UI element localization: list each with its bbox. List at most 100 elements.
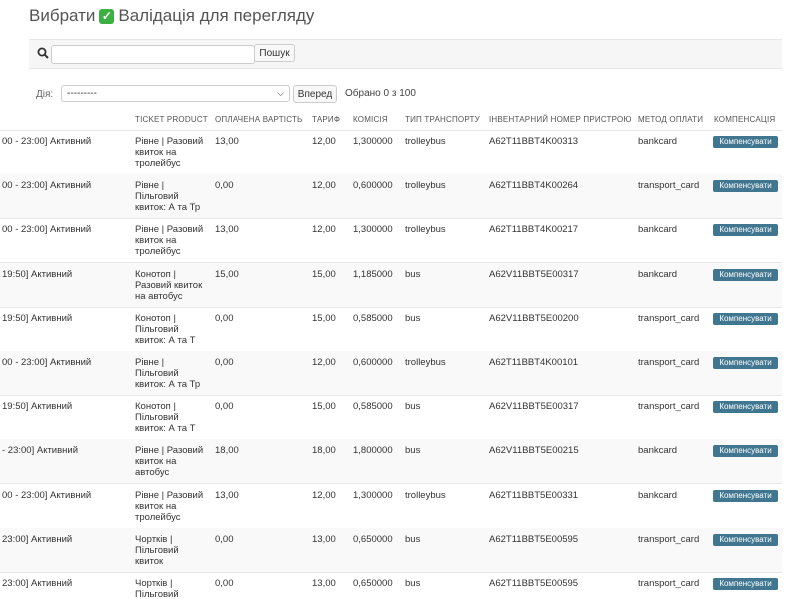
cell-transport: bus [405, 578, 421, 589]
cell-transport: trolleybus [405, 224, 446, 236]
compensate-button[interactable]: Компенсувати [713, 357, 778, 369]
compensate-button[interactable]: Компенсувати [713, 312, 778, 325]
cell-device: A62T11BBT4K00101 [489, 357, 579, 368]
cell-transport: bus [405, 533, 421, 545]
column-header-product[interactable]: Ticket product [135, 115, 208, 124]
search-input[interactable] [51, 45, 255, 64]
table-row: 00 - 23:00] Активний Рівне | Пільговий кв… [0, 174, 782, 220]
cell-tariff: 12,00 [312, 180, 336, 192]
cell-status[interactable]: 00 - 23:00] Активний [2, 136, 130, 147]
action-select[interactable]: --------- ⌵ [61, 85, 290, 102]
cell-device: A62V11BBT5E00317 [489, 268, 579, 280]
go-button[interactable]: Вперед [293, 85, 337, 103]
compensate-button[interactable]: Компенсувати [713, 136, 778, 148]
cell-method: transport_card [638, 533, 700, 545]
cell-transport: bus [405, 401, 421, 413]
cell-status[interactable]: 23:00] Активний [2, 578, 130, 589]
cell-status[interactable]: 00 - 23:00] Активний [2, 224, 130, 235]
compensate-button[interactable]: Компенсувати [713, 445, 778, 458]
cell-method: bankcard [638, 136, 678, 147]
column-header-method[interactable]: Метод оплати [638, 115, 703, 124]
cell-tariff: 15,00 [312, 312, 336, 324]
compensate-button[interactable]: Компенсувати [713, 489, 778, 502]
cell-status[interactable]: 00 - 23:00] Активний [2, 357, 130, 368]
cell-tariff: 15,00 [312, 401, 336, 413]
cell-product: Конотоп | Пільговий квиток: А та Т [135, 401, 196, 435]
compensate-button[interactable]: Компенсувати [713, 533, 778, 546]
cell-status[interactable]: 00 - 23:00] Активний [2, 490, 130, 501]
cell-commission: 1,800000 [353, 445, 393, 457]
cell-method: transport_card [638, 312, 700, 324]
cell-product: Конотоп | Пільговий квиток: А та Т [135, 312, 196, 346]
cell-tariff: 12,00 [312, 489, 336, 501]
cell-commission: 1,185000 [353, 268, 393, 280]
cell-paid: 0,00 [215, 357, 234, 368]
cell-paid: 18,00 [215, 445, 239, 457]
cell-tariff: 12,00 [312, 136, 336, 147]
cell-status[interactable]: 19:50] Активний [2, 313, 130, 324]
compensate-button[interactable]: Компенсувати [713, 180, 778, 193]
selection-counter: Обрано 0 з 100 [345, 88, 416, 99]
cell-tariff: 13,00 [312, 578, 336, 589]
cell-transport: bus [405, 445, 421, 457]
cell-method: bankcard [638, 445, 678, 457]
column-header-device[interactable]: Інвентарний номер пристрою [489, 115, 632, 124]
cell-method: transport_card [638, 578, 700, 589]
cell-device: A62T11BBT5E00595 [489, 578, 579, 589]
compensate-button[interactable]: Компенсувати [713, 401, 778, 414]
table-row: 00 - 23:00] Активний Рівне | Пільговий кв… [0, 351, 782, 396]
cell-paid: 13,00 [215, 489, 239, 501]
cell-commission: 0,600000 [353, 180, 393, 192]
cell-transport: trolleybus [405, 136, 446, 147]
cell-commission: 1,300000 [353, 489, 393, 501]
search-icon [37, 47, 49, 59]
cell-commission: 1,300000 [353, 136, 393, 147]
table-row: 19:50] Активний Конотоп | Пільговий квито… [0, 395, 782, 441]
cell-paid: 0,00 [215, 578, 234, 589]
table-row: 23:00] Активний Чортків | Пільговий квито… [0, 527, 782, 573]
cell-status[interactable]: 00 - 23:00] Активний [2, 180, 130, 191]
table-row: 23:00] Активний Чортків | Пільговий 0,00 13… [0, 572, 782, 599]
cell-commission: 0,585000 [353, 312, 393, 324]
cell-status[interactable]: 19:50] Активний [2, 401, 130, 412]
cell-method: transport_card [638, 357, 700, 368]
cell-method: bankcard [638, 268, 678, 280]
compensate-button[interactable]: Компенсувати [713, 268, 778, 281]
cell-status[interactable]: - 23:00] Активний [2, 445, 130, 456]
cell-paid: 15,00 [215, 268, 239, 280]
action-select-value: --------- [67, 88, 97, 99]
cell-product: Рівне | Разовий квиток на тролейбус [135, 224, 204, 258]
cell-status[interactable]: 23:00] Активний [2, 534, 130, 545]
compensate-button[interactable]: Компенсувати [713, 224, 778, 237]
actions-label: Дія: [36, 89, 54, 100]
cell-tariff: 12,00 [312, 357, 336, 368]
cell-paid: 13,00 [215, 136, 239, 147]
cell-paid: 0,00 [215, 180, 234, 192]
column-header-tariff[interactable]: Тариф [312, 115, 340, 124]
cell-device: A62T11BBT4K00313 [489, 136, 579, 147]
compensate-button[interactable]: Компенсувати [713, 578, 778, 590]
column-header-commission[interactable]: Комісія [353, 115, 388, 124]
table-header: Ticket product Оплачена вартість Тариф К… [0, 108, 782, 131]
column-header-paid[interactable]: Оплачена вартість [215, 115, 302, 124]
checkmark-icon: ✓ [99, 8, 115, 24]
cell-device: A62V11BBT5E00317 [489, 401, 579, 413]
cell-product: Рівне | Разовий квиток на тролейбус [135, 136, 204, 169]
search-button[interactable]: Пошук [254, 44, 295, 62]
cell-tariff: 13,00 [312, 533, 336, 545]
cell-transport: trolleybus [405, 180, 446, 192]
page-title-suffix: Валідація для перегляду [118, 6, 315, 25]
column-header-compensation[interactable]: Компенсація [714, 115, 775, 124]
page-title: Вибрати ✓ Валідація для перегляду [29, 6, 314, 26]
cell-commission: 0,600000 [353, 357, 393, 368]
cell-commission: 0,650000 [353, 533, 393, 545]
cell-product: Рівне | Разовий квиток на автобус [135, 445, 204, 479]
cell-transport: bus [405, 312, 421, 324]
column-header-transport[interactable]: Тип транспорту [405, 115, 480, 124]
cell-status[interactable]: 19:50] Активний [2, 269, 130, 280]
cell-paid: 0,00 [215, 401, 234, 413]
page-title-prefix: Вибрати [29, 6, 96, 25]
cell-product: Рівне | Пільговий квиток: А та Тр [135, 357, 201, 390]
table-row: 00 - 23:00] Активний Рівне | Разовий квит… [0, 484, 782, 529]
cell-device: A62T11BBT4K00217 [489, 224, 579, 236]
